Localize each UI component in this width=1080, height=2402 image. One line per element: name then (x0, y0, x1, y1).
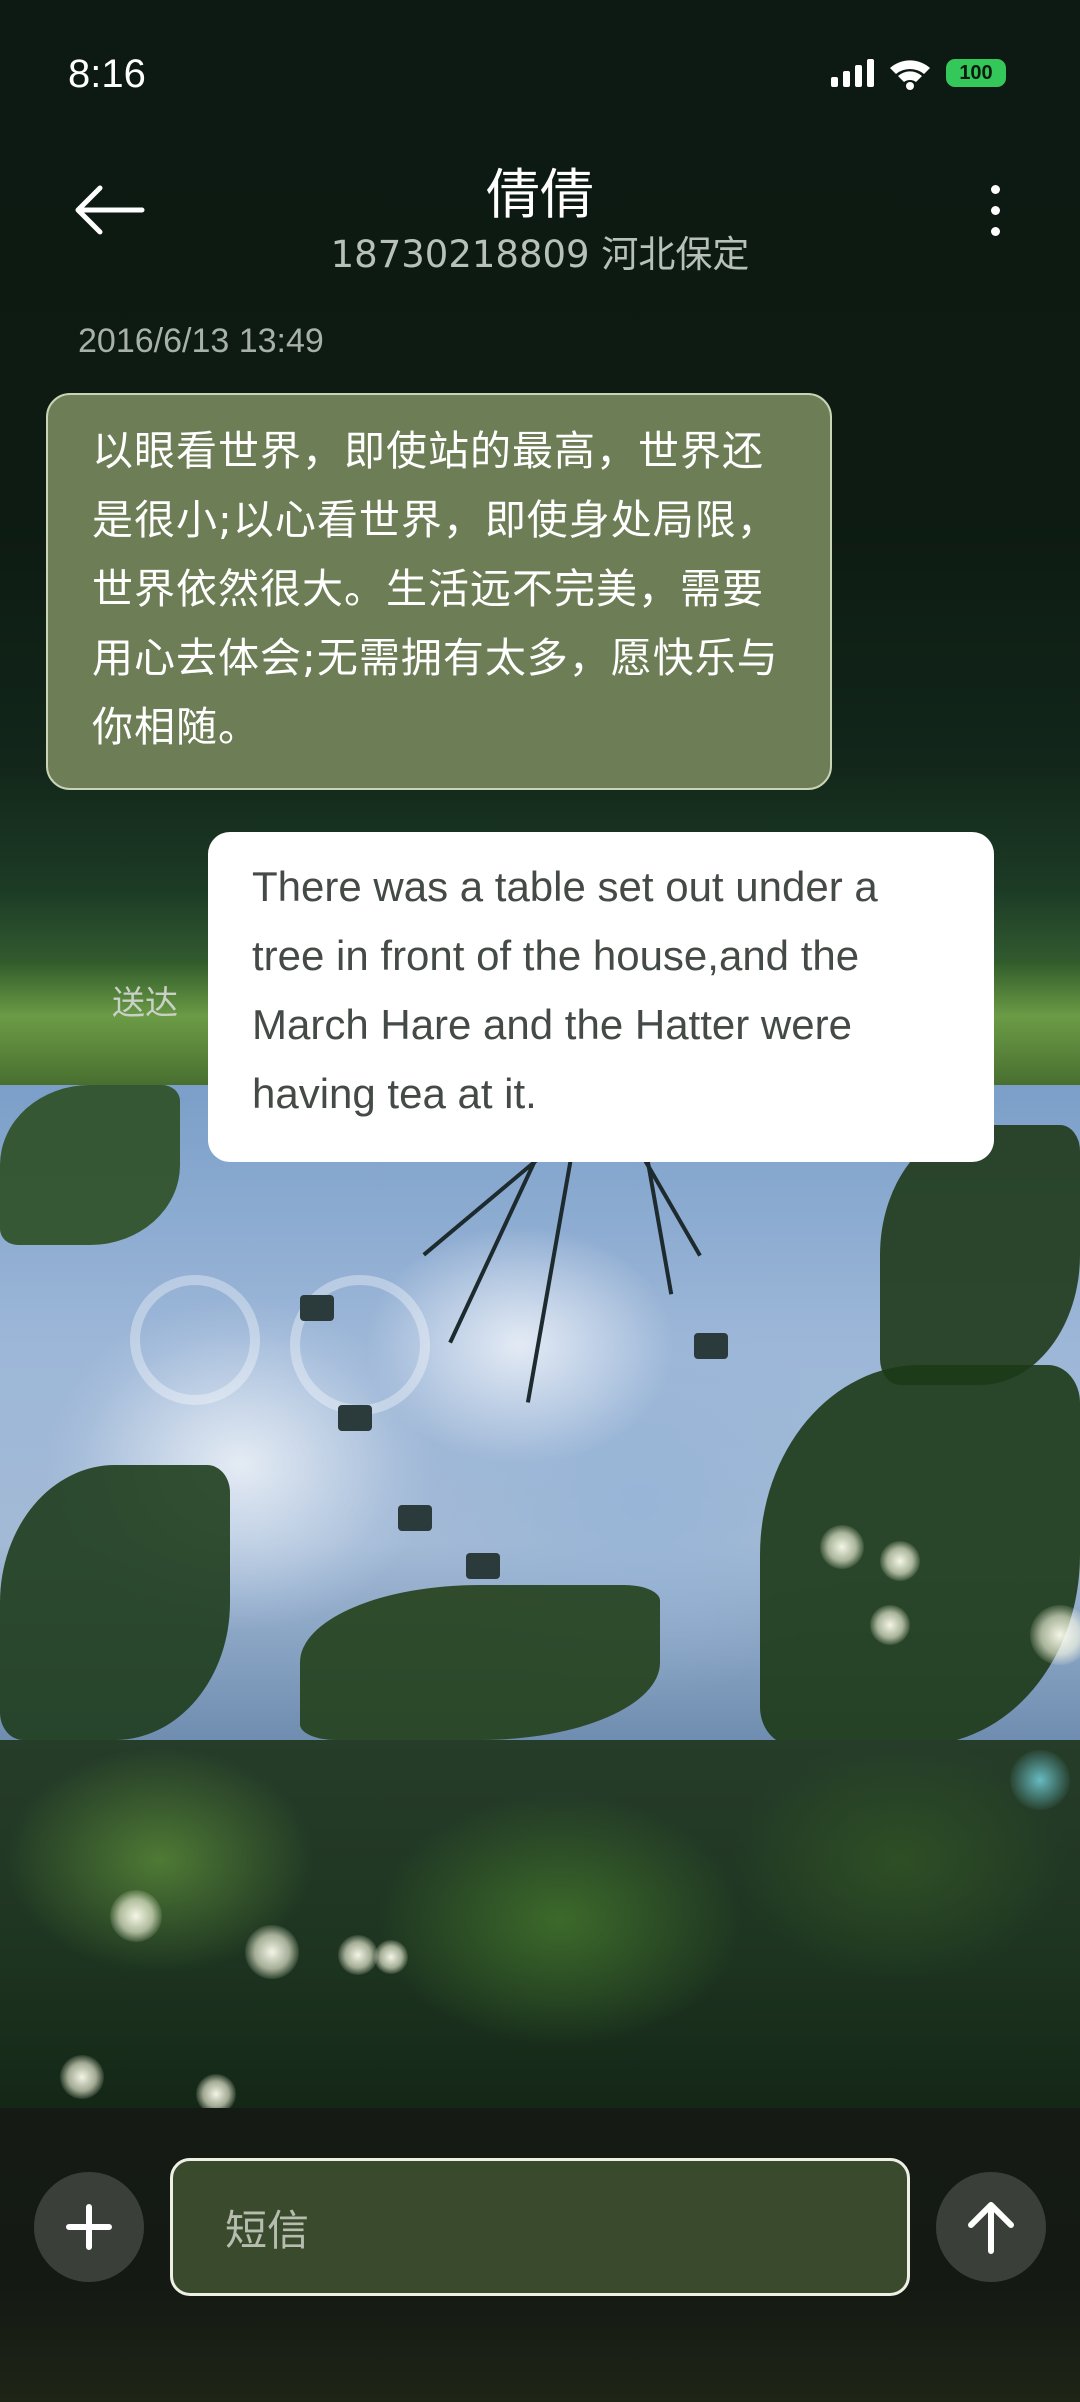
send-button[interactable] (936, 2172, 1046, 2282)
bokeh-light (338, 1935, 378, 1975)
arrow-up-icon (968, 2202, 1014, 2254)
incoming-message-bubble[interactable]: 以眼看世界，即使站的最高，世界还是很小;以心看世界，即使身处局限，世界依然很大。… (46, 393, 832, 790)
wifi-icon (890, 60, 930, 90)
plus-icon (66, 2204, 112, 2250)
wallpaper-sky (0, 1085, 1080, 1745)
bokeh-light (60, 2055, 104, 2099)
foliage (760, 1365, 1080, 1745)
bokeh-light (110, 1890, 162, 1942)
swing-seat (466, 1553, 500, 1579)
swing-seat (338, 1405, 372, 1431)
delivery-status: 送达 (112, 983, 178, 1022)
wallpaper-trees (0, 1740, 1080, 2114)
contact-name: 倩倩 (486, 163, 594, 226)
bokeh-ring (130, 1275, 260, 1405)
battery-icon: 100 (946, 59, 1006, 87)
contact-number-location: 18730218809 河北保定 (330, 233, 750, 276)
add-attachment-button[interactable] (34, 2172, 144, 2282)
bokeh-light (820, 1525, 864, 1569)
more-vertical-icon (990, 184, 1000, 194)
outgoing-message-bubble[interactable]: There was a table set out under a tree i… (208, 832, 994, 1162)
foliage (0, 1465, 230, 1740)
status-time: 8:16 (68, 52, 146, 96)
bokeh-light (374, 1940, 408, 1974)
swing-seat (694, 1333, 728, 1359)
swing-seat (398, 1505, 432, 1531)
foliage (300, 1585, 660, 1740)
bokeh-light (1010, 1750, 1070, 1810)
message-input[interactable]: 短信 (170, 2158, 910, 2296)
foliage (880, 1125, 1080, 1385)
message-timestamp: 2016/6/13 13:49 (78, 322, 324, 360)
bokeh-light (880, 1541, 920, 1581)
bokeh-light (245, 1925, 299, 1979)
bokeh-light (870, 1605, 910, 1645)
more-options-button[interactable] (970, 178, 1020, 242)
status-icons: 100 (831, 56, 1006, 90)
swing-seat (300, 1295, 334, 1321)
signal-icon (831, 59, 874, 87)
foliage (0, 1085, 180, 1245)
